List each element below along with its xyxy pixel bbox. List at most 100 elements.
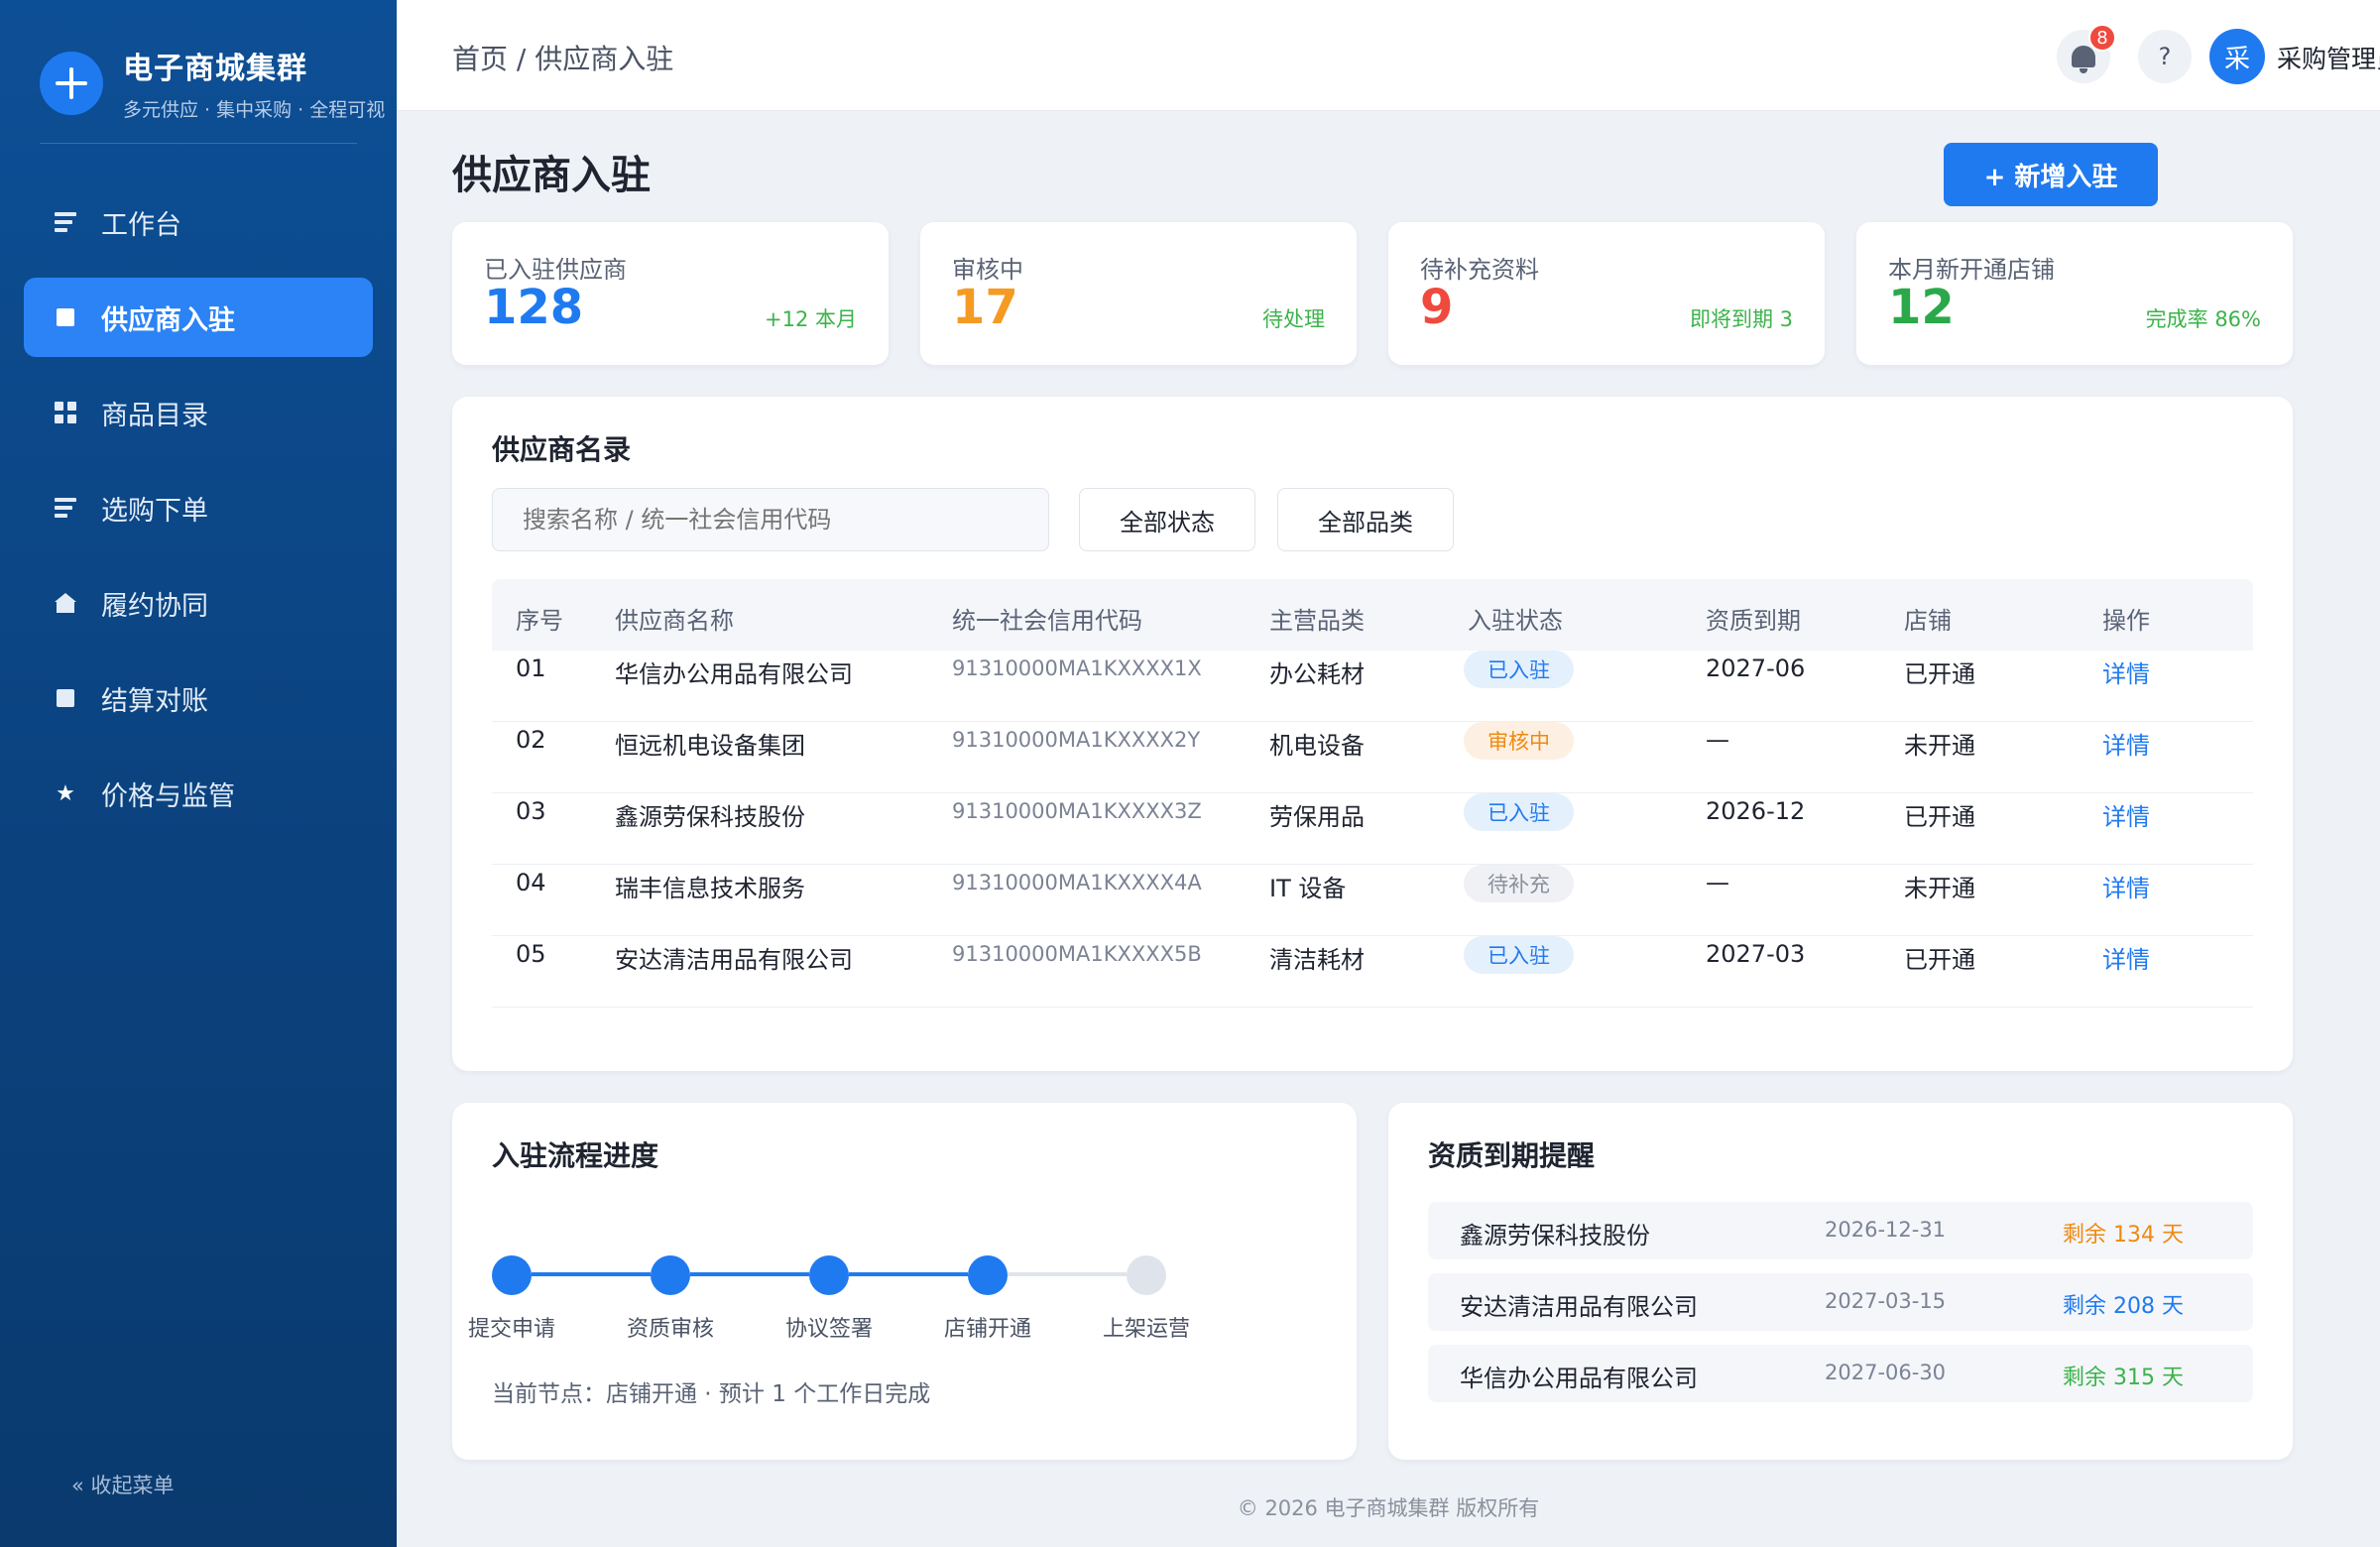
stat-card-new-shops: 本月新开通店铺 12 完成率 86%	[1856, 222, 2293, 365]
sidebar: 电子商城集群 多元供应 · 集中采购 · 全程可视 工作台 供应商入驻 商品目录…	[0, 0, 397, 1547]
progress-step-label: 资质审核	[627, 1317, 715, 1342]
stat-card-pending-docs: 待补充资料 9 即将到期 3	[1388, 222, 1825, 365]
stat-value: 128	[484, 280, 584, 335]
sidebar-nav: 工作台 供应商入驻 商品目录 选购下单 履约协同 结算对账 ★ 价格与监管	[24, 182, 373, 849]
cell-category: 清洁耗材	[1269, 946, 1365, 974]
expiry-supplier-name: 安达清洁用品有限公司	[1460, 1293, 1698, 1321]
expiry-supplier-name: 鑫源劳保科技股份	[1460, 1222, 1650, 1250]
sidebar-divider	[40, 143, 357, 144]
cell-supplier-name: 华信办公用品有限公司	[615, 660, 853, 688]
avatar[interactable]: 采	[2209, 29, 2265, 84]
table-row: 04 瑞丰信息技术服务 91310000MA1KXXXX4A IT 设备 待补充 — 未开通…	[492, 865, 2253, 936]
collapse-menu-button[interactable]: « 收起菜单	[71, 1470, 175, 1499]
fulfillment-icon	[54, 591, 77, 615]
progress-step-dot	[492, 1255, 532, 1295]
stat-card-reviewing: 审核中 17 待处理	[920, 222, 1357, 365]
progress-step-dot	[968, 1255, 1008, 1295]
category-filter-select[interactable]: 全部品类	[1277, 488, 1454, 551]
user-name[interactable]: 采购管理员	[2277, 40, 2380, 75]
breadcrumb[interactable]: 首页 / 供应商入驻	[452, 38, 673, 77]
cell-credit-code: 91310000MA1KXXXX4A	[952, 871, 1202, 894]
progress-step-dot	[1127, 1255, 1166, 1295]
search-input[interactable]	[492, 488, 1049, 551]
detail-link[interactable]: 详情	[2102, 654, 2150, 689]
cell-expiry: 2027-06	[1706, 654, 1806, 682]
cell-category: 劳保用品	[1269, 803, 1365, 831]
sidebar-item-label: 价格与监管	[101, 780, 235, 812]
sidebar-item-fulfillment[interactable]: 履约协同	[24, 563, 373, 643]
progress-step-label: 上架运营	[1103, 1317, 1191, 1342]
section-title: 资质到期提醒	[1428, 1139, 1596, 1172]
expiry-remaining: 剩余 315 天	[2063, 1366, 2184, 1390]
sidebar-item-settlement[interactable]: 结算对账	[24, 658, 373, 738]
section-title: 供应商名录	[492, 433, 632, 466]
cell-expiry: —	[1706, 869, 1729, 896]
cell-shop: 已开通	[1904, 803, 1975, 831]
expiry-date: 2026-12-31	[1825, 1218, 1947, 1242]
progress-step-dot	[809, 1255, 849, 1295]
sidebar-item-label: 工作台	[101, 209, 181, 241]
stat-value: 9	[1420, 280, 1454, 335]
expiry-item[interactable]: 鑫源劳保科技股份 2026-12-31 剩余 134 天	[1428, 1202, 2253, 1259]
sidebar-item-label: 供应商入驻	[101, 304, 235, 336]
page-title: 供应商入驻	[452, 153, 651, 198]
settlement-icon	[54, 686, 77, 710]
column-header: 操作	[2102, 607, 2150, 635]
column-header: 主营品类	[1269, 607, 1365, 635]
status-badge: 已入驻	[1464, 793, 1574, 831]
cell-supplier-name: 鑫源劳保科技股份	[615, 803, 805, 831]
expiry-date: 2027-06-30	[1825, 1361, 1947, 1384]
supplier-directory-card: 供应商名录 全部状态 全部品类 序号 供应商名称 统一社会信用代码 主营品类 入…	[452, 397, 2293, 1071]
stat-note: 即将到期 3	[1689, 307, 1793, 331]
status-filter-select[interactable]: 全部状态	[1079, 488, 1255, 551]
dashboard-icon	[54, 210, 77, 234]
detail-link[interactable]: 详情	[2102, 940, 2150, 975]
column-header: 供应商名称	[615, 607, 734, 635]
sidebar-item-label: 商品目录	[101, 400, 208, 431]
star-icon: ★	[56, 780, 75, 806]
cell-expiry: —	[1706, 726, 1729, 754]
sidebar-item-label: 选购下单	[101, 495, 208, 527]
table-row: 03 鑫源劳保科技股份 91310000MA1KXXXX3Z 劳保用品 已入驻 2026-…	[492, 793, 2253, 865]
cell-index: 05	[516, 940, 546, 968]
sidebar-item-supplier-onboarding[interactable]: 供应商入驻	[24, 278, 373, 357]
sidebar-item-price-supervision[interactable]: ★ 价格与监管	[24, 754, 373, 833]
cell-index: 04	[516, 869, 546, 896]
column-header: 入驻状态	[1468, 607, 1563, 635]
sidebar-item-catalog[interactable]: 商品目录	[24, 373, 373, 452]
table-row: 02 恒远机电设备集团 91310000MA1KXXXX2Y 机电设备 审核中 — 未开通 详…	[492, 722, 2253, 793]
brand-title: 电子商城集群	[123, 52, 307, 86]
sidebar-item-dashboard[interactable]: 工作台	[24, 182, 373, 262]
sidebar-item-label: 结算对账	[101, 685, 208, 717]
progress-step-label: 店铺开通	[944, 1317, 1032, 1342]
progress-connector	[1008, 1272, 1127, 1276]
detail-link[interactable]: 详情	[2102, 869, 2150, 903]
expiry-item[interactable]: 华信办公用品有限公司 2027-06-30 剩余 315 天	[1428, 1345, 2253, 1402]
expiry-item[interactable]: 安达清洁用品有限公司 2027-03-15 剩余 208 天	[1428, 1273, 2253, 1331]
expiry-supplier-name: 华信办公用品有限公司	[1460, 1365, 1698, 1392]
cell-credit-code: 91310000MA1KXXXX3Z	[952, 799, 1202, 823]
sidebar-item-order[interactable]: 选购下单	[24, 468, 373, 547]
help-button[interactable]: ?	[2138, 30, 2192, 83]
cell-credit-code: 91310000MA1KXXXX5B	[952, 942, 1202, 966]
cell-expiry: 2027-03	[1706, 940, 1806, 968]
cell-supplier-name: 恒远机电设备集团	[615, 732, 805, 760]
stat-note: 待处理	[1262, 307, 1325, 331]
order-icon	[54, 496, 77, 520]
table-row: 01 华信办公用品有限公司 91310000MA1KXXXX1X 办公耗材 已入驻 202…	[492, 651, 2253, 722]
cell-category: IT 设备	[1269, 875, 1347, 902]
progress-step-label: 提交申请	[468, 1317, 556, 1342]
column-header: 序号	[516, 607, 563, 635]
top-header: 首页 / 供应商入驻 8 ? 采 采购管理员	[397, 0, 2380, 111]
stat-note: +12 本月	[765, 307, 857, 331]
detail-link[interactable]: 详情	[2102, 797, 2150, 832]
cell-category: 办公耗材	[1269, 660, 1365, 688]
status-badge: 审核中	[1464, 722, 1574, 760]
plus-logo-icon	[40, 51, 103, 115]
detail-link[interactable]: 详情	[2102, 726, 2150, 761]
notification-button[interactable]: 8	[2057, 24, 2116, 83]
bell-icon	[2072, 46, 2095, 73]
sidebar-item-label: 履约协同	[101, 590, 208, 622]
add-onboarding-button[interactable]: + 新增入驻	[1944, 143, 2158, 206]
table-row: 05 安达清洁用品有限公司 91310000MA1KXXXX5B 清洁耗材 已入驻 202…	[492, 936, 2253, 1008]
